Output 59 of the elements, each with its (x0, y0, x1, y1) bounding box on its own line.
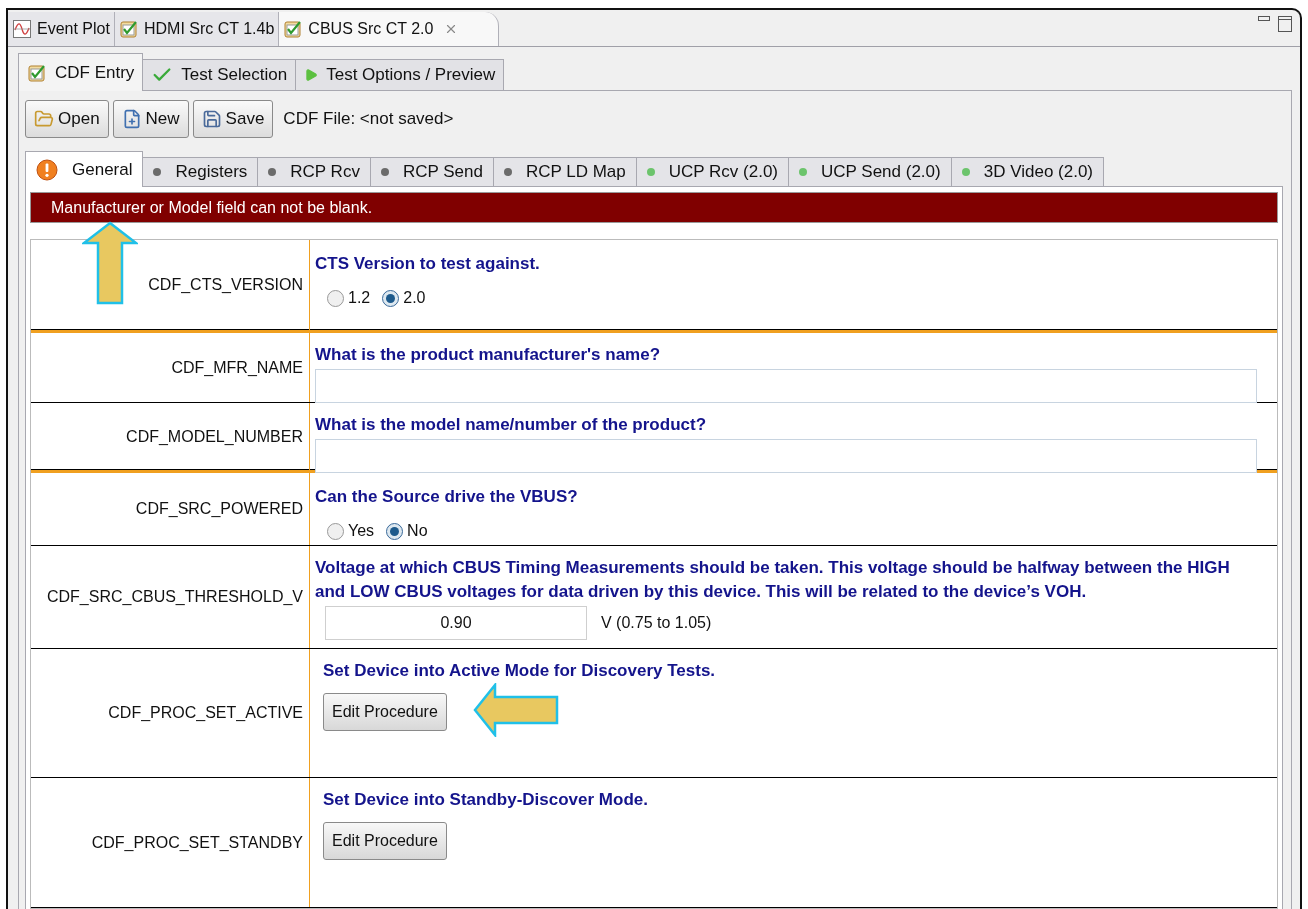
radio-button[interactable] (386, 522, 404, 540)
radio-button[interactable] (327, 289, 344, 307)
radio-label: No (407, 521, 428, 541)
left-arrow-icon (473, 683, 559, 737)
text-field[interactable] (315, 369, 1257, 403)
field-name: CDF_MFR_NAME (171, 357, 303, 378)
radio-label: 2.0 (403, 288, 426, 308)
radio-label: Yes (348, 521, 375, 541)
radio-button[interactable] (327, 522, 344, 540)
section-tab[interactable]: RCP LD Map (493, 157, 637, 187)
sub-tab[interactable]: CDF Entry (18, 53, 144, 91)
field-name: CDF_PROC_SET_STANDBY (91, 832, 303, 853)
section-tab[interactable]: UCP Send (2.0) (789, 157, 952, 187)
text-field[interactable] (315, 439, 1257, 473)
question-text: CTS Version to test against. (315, 253, 541, 275)
section-tab[interactable]: RCP Rcv (258, 157, 371, 187)
clipboard-check-icon (27, 62, 47, 83)
minimize-icon[interactable] (1258, 16, 1270, 24)
field-name: CDF_MODEL_NUMBER (126, 426, 303, 447)
section-tab[interactable]: Registers (143, 157, 259, 187)
error-banner: Manufacturer or Model field can not be blank. (30, 192, 1278, 223)
editor-tab[interactable]: HDMI Src CT 1.4b (114, 12, 280, 46)
question-text: Set Device into Standby-Discover Mode. (323, 789, 649, 811)
question-text: What is the model name/number of the product? (315, 414, 708, 436)
section-tab[interactable]: RCP Send (370, 157, 494, 187)
file-label: CDF File: <not saved> (283, 108, 454, 131)
field-name: CDF_CTS_VERSION (148, 275, 303, 295)
clipboard-check-icon (118, 19, 139, 39)
voltage-field[interactable]: 0.90 (325, 606, 587, 640)
plot-icon (12, 19, 32, 39)
field-name: CDF_PROC_SET_ACTIVE (108, 703, 303, 723)
section-tab[interactable]: UCP Rcv (2.0) (636, 157, 789, 187)
section-tab[interactable]: 3D Video (2.0) (951, 157, 1105, 187)
editor-tab[interactable]: CBUS Src CT 2.0 (279, 12, 500, 46)
toolbar-button[interactable]: Save (192, 100, 274, 138)
editor-tab[interactable]: Event Plot (8, 12, 115, 46)
toolbar-button[interactable]: New (112, 100, 189, 138)
maximize-icon[interactable] (1278, 16, 1292, 32)
field-name: CDF_SRC_POWERED (135, 499, 303, 519)
question-text: What is the product manufacturer's name? (315, 344, 662, 366)
range-label: V (0.75 to 1.05) (601, 613, 712, 633)
question-text: Voltage at which CBUS Timing Measurements should be taken. This voltage should be halfway between the HIGH and LOW CBUS voltages for data driven by this device. This will be related to the device’s VOH. (315, 557, 1231, 603)
sub-tab[interactable]: Test Options / Preview (296, 59, 505, 91)
up-arrow-icon (82, 221, 138, 305)
edit-procedure-button[interactable]: Edit Procedure (323, 822, 447, 860)
play-icon (304, 68, 319, 82)
save-icon (201, 109, 222, 129)
folder-icon (34, 109, 54, 129)
warning-icon (36, 158, 58, 181)
toolbar-button[interactable]: Open (25, 100, 109, 138)
field-name: CDF_SRC_CBUS_THRESHOLD_V (46, 587, 303, 607)
section-tab[interactable]: General (25, 151, 144, 187)
radio-label: 1.2 (348, 288, 371, 308)
question-text: Can the Source drive the VBUS? (315, 486, 579, 508)
sub-tab[interactable]: Test Selection (143, 59, 297, 91)
edit-procedure-button[interactable]: Edit Procedure (323, 693, 447, 731)
clipboard-check-icon (283, 19, 304, 39)
radio-button[interactable] (382, 289, 400, 307)
question-text: Set Device into Active Mode for Discovery Tests. (323, 660, 717, 682)
